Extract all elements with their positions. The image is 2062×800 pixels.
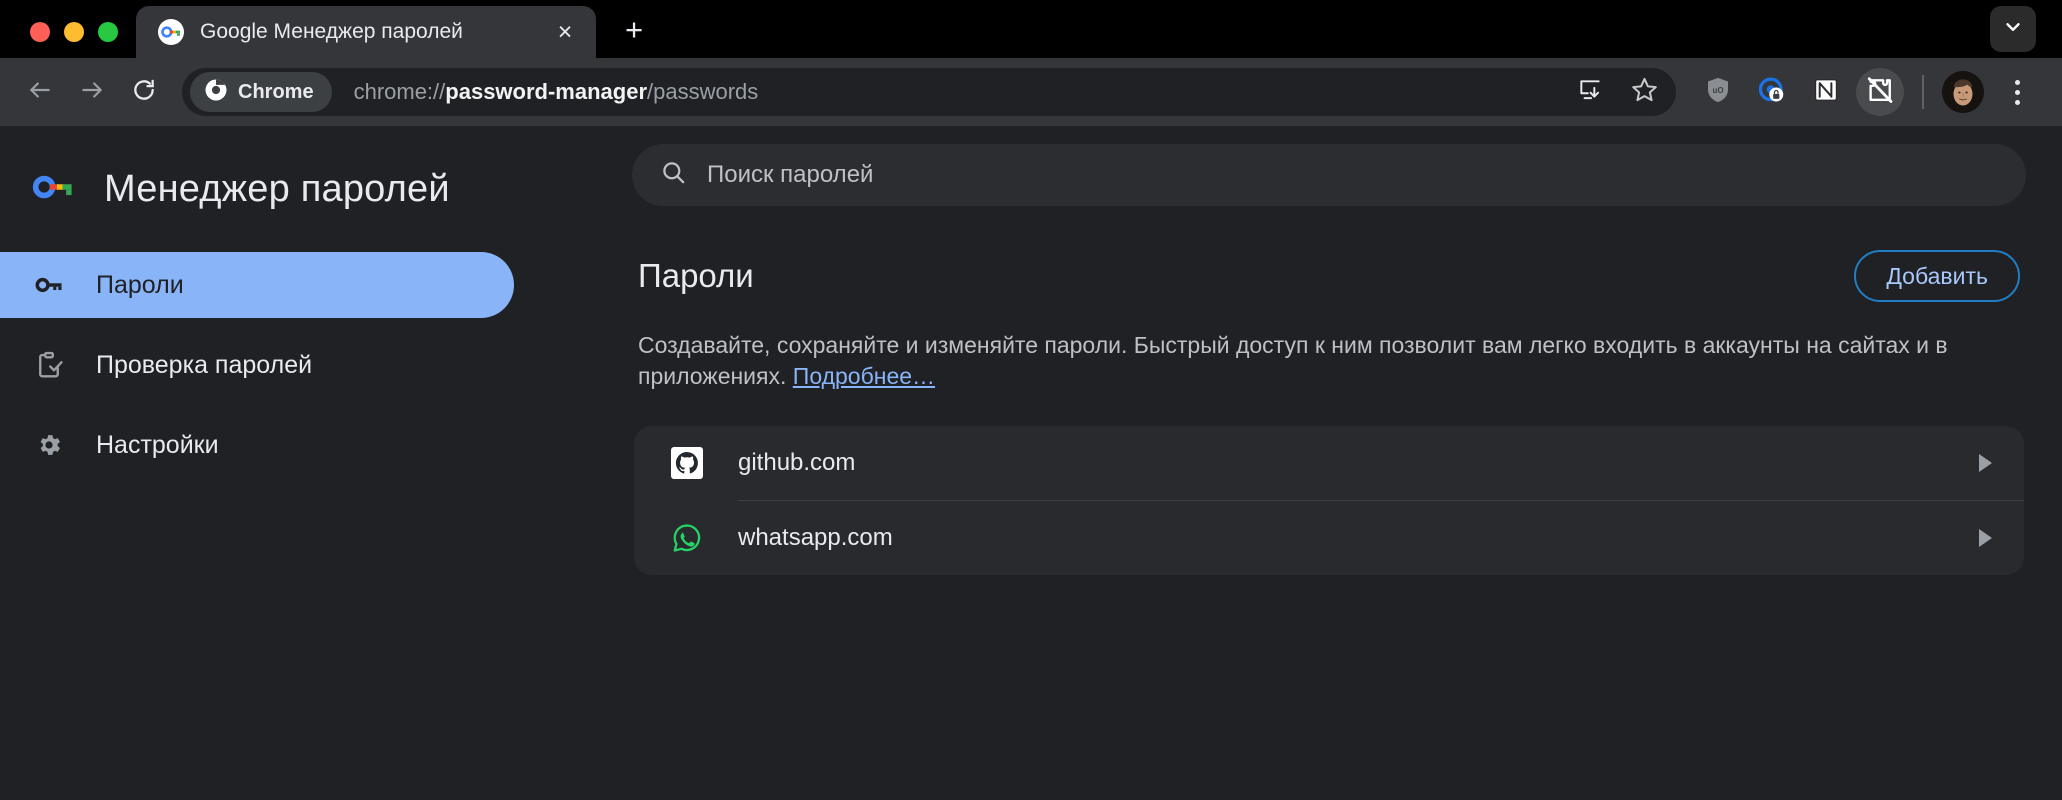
- section-description: Создавайте, сохраняйте и изменяйте парол…: [634, 330, 2024, 392]
- svg-text:uO: uO: [1712, 85, 1723, 94]
- maximize-window-button[interactable]: [98, 22, 118, 42]
- window-controls: [0, 22, 136, 58]
- whatsapp-icon: [670, 521, 704, 555]
- notion-extension-icon: [1812, 76, 1840, 109]
- extensions-blocked-icon: [1865, 75, 1895, 110]
- sidebar: Менеджер паролей Пароли Проверка паролей…: [0, 126, 632, 800]
- toolbar-divider: [1922, 75, 1924, 109]
- install-app-button[interactable]: [1566, 68, 1614, 116]
- omnibox-actions: [1566, 68, 1668, 116]
- star-icon: [1631, 76, 1658, 108]
- address-bar[interactable]: Chrome chrome://password-manager/passwor…: [182, 68, 1676, 116]
- page-body: Менеджер паролей Пароли Проверка паролей…: [0, 126, 2062, 800]
- chrome-chip[interactable]: Chrome: [190, 72, 332, 112]
- chevron-right-icon[interactable]: [1979, 529, 1992, 548]
- forward-button[interactable]: [68, 68, 116, 116]
- back-arrow-icon: [27, 77, 53, 108]
- section-title: Пароли: [638, 257, 754, 294]
- chrome-chip-label: Chrome: [238, 80, 314, 103]
- password-list: github.com whatsapp.com: [634, 426, 2024, 576]
- password-site-name: whatsapp.com: [738, 524, 893, 552]
- sidebar-item-label: Настройки: [96, 430, 219, 459]
- extensions-area: uO: [1694, 68, 1904, 116]
- brand: Менеджер паролей: [0, 144, 632, 234]
- tab-strip: Google Менеджер паролей × +: [0, 0, 2062, 58]
- menu-dot: [2014, 99, 2020, 105]
- sidebar-item-label: Пароли: [96, 270, 184, 299]
- url-path: /passwords: [647, 79, 759, 104]
- menu-dot: [2014, 89, 2020, 95]
- list-item[interactable]: github.com: [634, 426, 2024, 500]
- forward-arrow-icon: [79, 77, 105, 108]
- close-icon[interactable]: ×: [548, 15, 582, 49]
- extensions-blocked-button[interactable]: [1856, 68, 1904, 116]
- password-site-name: github.com: [738, 449, 856, 477]
- section-header: Пароли Добавить: [634, 250, 2024, 302]
- avatar[interactable]: [1942, 71, 1984, 113]
- gear-icon: [32, 428, 66, 462]
- list-item[interactable]: whatsapp.com: [634, 501, 2024, 575]
- chrome-logo-icon: [204, 78, 228, 107]
- key-icon: [32, 268, 66, 302]
- new-tab-button[interactable]: +: [612, 8, 656, 52]
- url-prefix: chrome://: [353, 79, 446, 104]
- search-placeholder: Поиск паролей: [707, 161, 874, 188]
- sidebar-item-settings[interactable]: Настройки: [0, 412, 514, 478]
- sidebar-nav: Пароли Проверка паролей Настройки: [0, 252, 632, 478]
- search-icon: [660, 159, 687, 191]
- install-app-icon: [1577, 77, 1603, 108]
- notion-extension-button[interactable]: [1802, 68, 1850, 116]
- reload-icon: [131, 77, 157, 108]
- add-password-button[interactable]: Добавить: [1854, 250, 2020, 302]
- minimize-window-button[interactable]: [64, 22, 84, 42]
- browser-tab[interactable]: Google Менеджер паролей ×: [136, 6, 596, 58]
- menu-dot: [2014, 79, 2020, 85]
- learn-more-link[interactable]: Подробнее…: [793, 363, 935, 389]
- main-content: Поиск паролей Пароли Добавить Создавайте…: [632, 126, 2062, 800]
- sidebar-item-label: Проверка паролей: [96, 350, 313, 379]
- password-lock-extension-icon: [1757, 75, 1787, 110]
- tab-title: Google Менеджер паролей: [200, 20, 463, 43]
- github-icon: [670, 446, 704, 480]
- search-input[interactable]: Поиск паролей: [632, 144, 2026, 206]
- sidebar-item-checkup[interactable]: Проверка паролей: [0, 332, 514, 398]
- ublock-origin-icon: uO: [1703, 75, 1733, 110]
- tab-search-button[interactable]: [1990, 6, 2036, 52]
- ublock-origin-button[interactable]: uO: [1694, 68, 1742, 116]
- url-host: password-manager: [445, 79, 648, 104]
- github-favicon: [671, 447, 703, 480]
- close-window-button[interactable]: [30, 22, 50, 42]
- passwords-section: Пароли Добавить Создавайте, сохраняйте и…: [632, 250, 2026, 576]
- chevron-down-icon: [2002, 16, 2024, 43]
- google-password-manager-key-icon: [32, 165, 76, 214]
- clipboard-check-icon: [32, 348, 66, 382]
- page-title: Менеджер паролей: [104, 167, 450, 210]
- browser-toolbar: Chrome chrome://password-manager/passwor…: [0, 58, 2062, 126]
- bookmark-button[interactable]: [1620, 68, 1668, 116]
- google-password-manager-key-icon: [158, 19, 184, 45]
- back-button[interactable]: [16, 68, 64, 116]
- password-lock-extension-button[interactable]: [1748, 68, 1796, 116]
- sidebar-item-passwords[interactable]: Пароли: [0, 252, 514, 318]
- chevron-right-icon[interactable]: [1979, 454, 1992, 473]
- url-text: chrome://password-manager/passwords: [354, 79, 1566, 105]
- three-dot-menu-icon[interactable]: [1994, 68, 2040, 116]
- reload-button[interactable]: [120, 68, 168, 116]
